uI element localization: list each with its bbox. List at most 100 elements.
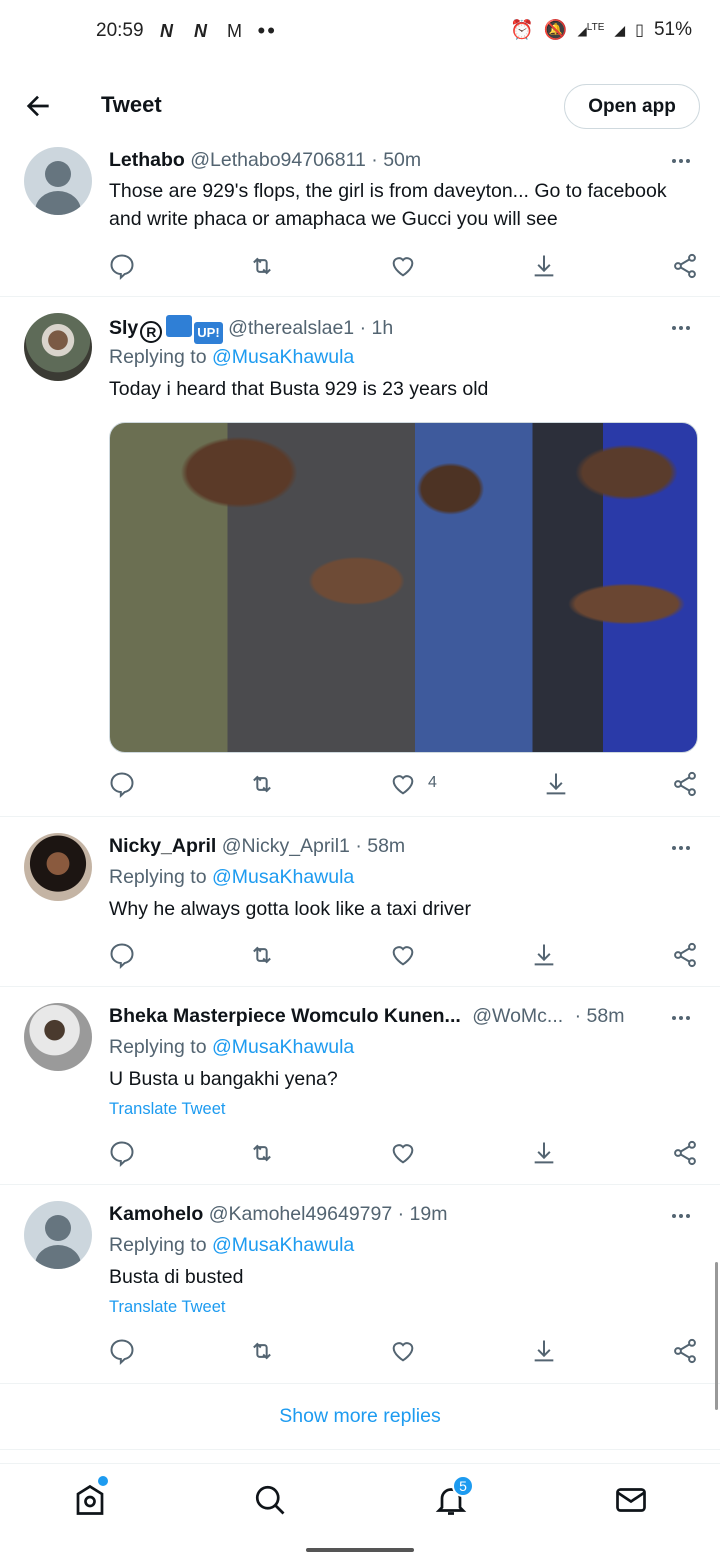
more-options-icon[interactable]	[672, 1013, 696, 1023]
more-options-icon[interactable]	[672, 323, 696, 333]
share-icon[interactable]	[671, 252, 699, 280]
like-icon[interactable]	[389, 252, 417, 280]
more-notifs-icon: ••	[257, 18, 277, 43]
more-options-icon[interactable]	[672, 843, 696, 853]
avatar[interactable]	[24, 313, 92, 381]
battery-level: 51%	[653, 19, 692, 40]
reply-icon[interactable]	[108, 1337, 136, 1365]
replying-handle-link[interactable]: @MusaKhawula	[212, 1234, 354, 1256]
reply-icon[interactable]	[108, 1139, 136, 1167]
replying-prefix: Replying to	[109, 1036, 212, 1058]
bookmark-download-icon[interactable]	[530, 941, 558, 969]
tweet[interactable]: Lethabo @Lethabo94706811 · 50m Those are…	[0, 142, 720, 297]
gesture-bar[interactable]	[306, 1548, 414, 1552]
tweet[interactable]: Kamohelo @Kamohel49649797 · 19m Replying…	[0, 1185, 720, 1384]
registered-badge: R	[140, 321, 163, 343]
display-name[interactable]: Sly	[109, 317, 138, 339]
bookmark-download-icon[interactable]	[542, 770, 570, 798]
bookmark-download-icon[interactable]	[530, 1139, 558, 1167]
like-icon[interactable]	[389, 770, 417, 798]
signal-badge-icon	[166, 315, 193, 337]
bottom-nav: 5	[0, 1463, 720, 1537]
avatar[interactable]	[24, 1003, 92, 1071]
replying-to: Replying to @MusaKhawula	[109, 1036, 354, 1059]
signal-icon: ◢LTE	[577, 22, 605, 38]
open-app-button[interactable]: Open app	[564, 84, 700, 129]
share-icon[interactable]	[671, 941, 699, 969]
back-arrow-icon[interactable]	[22, 90, 54, 122]
mute-icon: 🔕	[543, 20, 568, 41]
replying-prefix: Replying to	[109, 866, 212, 888]
tweet-image[interactable]	[109, 422, 698, 753]
avatar[interactable]	[24, 147, 92, 215]
reply-icon[interactable]	[108, 770, 136, 798]
like-icon[interactable]	[389, 1337, 417, 1365]
retweet-icon[interactable]	[248, 941, 276, 969]
avatar[interactable]	[24, 1201, 92, 1269]
mail-icon[interactable]	[613, 1482, 649, 1518]
user-handle: @Nicky_April1	[221, 835, 350, 857]
signal2-icon: ◢	[614, 21, 626, 38]
bookmark-download-icon[interactable]	[530, 1337, 558, 1365]
share-icon[interactable]	[671, 770, 699, 798]
new-content-dot	[98, 1476, 108, 1486]
reply-icon[interactable]	[108, 252, 136, 280]
tweet-actions: 4	[0, 770, 720, 802]
tweet[interactable]: Bheka Masterpiece Womculo Kunen... @WoMc…	[0, 987, 720, 1185]
tweet-actions	[0, 252, 720, 284]
app-n2-icon: N	[194, 20, 208, 41]
display-name[interactable]: Bheka Masterpiece Womculo Kunen...	[109, 1005, 461, 1027]
status-bar: 20:59 N N M •• ⏰ 🔕 ◢LTE ◢ ▯ 51%	[0, 0, 720, 60]
tweet-time: · 58m	[574, 1005, 625, 1027]
translate-tweet-link[interactable]: Translate Tweet	[109, 1100, 225, 1119]
show-more-replies-button[interactable]: Show more replies	[0, 1384, 720, 1450]
like-icon[interactable]	[389, 941, 417, 969]
bookmark-download-icon[interactable]	[530, 252, 558, 280]
tweet[interactable]: Nicky_April @Nicky_April1 · 58m Replying…	[0, 817, 720, 987]
replying-to: Replying to @MusaKhawula	[109, 1234, 354, 1257]
more-options-icon[interactable]	[672, 1211, 696, 1221]
retweet-icon[interactable]	[248, 1139, 276, 1167]
replying-handle-link[interactable]: @MusaKhawula	[212, 1036, 354, 1058]
battery-icon: ▯	[635, 22, 644, 39]
retweet-icon[interactable]	[248, 770, 276, 798]
display-name[interactable]: Lethabo	[109, 149, 185, 171]
up-badge: UP!	[194, 322, 223, 344]
replying-handle-link[interactable]: @MusaKhawula	[212, 346, 354, 368]
app-n-icon: N	[160, 20, 174, 41]
tweet[interactable]: Sly R UP! @therealslae1 · 1h Replying to @…	[0, 297, 720, 817]
tweet-time: · 1h	[359, 317, 394, 339]
tweet-time: · 50m	[371, 149, 422, 171]
header: Tweet Open app	[0, 70, 720, 142]
reply-icon[interactable]	[108, 941, 136, 969]
status-time: 20:59	[96, 20, 144, 41]
tweet-text: U Busta u bangakhi yena?	[109, 1068, 338, 1090]
retweet-icon[interactable]	[248, 252, 276, 280]
avatar[interactable]	[24, 833, 92, 901]
tweet-meta: Bheka Masterpiece Womculo Kunen... @WoMc…	[109, 1005, 624, 1028]
share-icon[interactable]	[671, 1139, 699, 1167]
tweet-text: Busta di busted	[109, 1266, 244, 1288]
replying-handle-link[interactable]: @MusaKhawula	[212, 866, 354, 888]
tweet-actions	[0, 1337, 720, 1369]
more-options-icon[interactable]	[672, 156, 696, 166]
replying-prefix: Replying to	[109, 346, 212, 368]
user-handle: @therealslae1	[228, 317, 355, 339]
tweet-meta: Nicky_April @Nicky_April1 · 58m	[109, 835, 405, 858]
page-title: Tweet	[101, 92, 162, 117]
share-icon[interactable]	[671, 1337, 699, 1365]
tweet-actions	[0, 1139, 720, 1171]
display-name[interactable]: Kamohelo	[109, 1203, 203, 1225]
search-icon[interactable]	[252, 1482, 288, 1518]
display-name[interactable]: Nicky_April	[109, 835, 216, 857]
scrollbar[interactable]	[715, 1262, 718, 1410]
user-handle: @Kamohel49649797	[208, 1203, 393, 1225]
replying-to: Replying to @MusaKhawula	[109, 866, 354, 889]
like-icon[interactable]	[389, 1139, 417, 1167]
user-handle: @WoMc...	[472, 1005, 564, 1027]
tweet-meta: Lethabo @Lethabo94706811 · 50m	[109, 149, 421, 172]
translate-tweet-link[interactable]: Translate Tweet	[109, 1298, 225, 1317]
home-icon[interactable]	[72, 1482, 108, 1518]
user-handle: @Lethabo94706811	[190, 149, 366, 171]
retweet-icon[interactable]	[248, 1337, 276, 1365]
